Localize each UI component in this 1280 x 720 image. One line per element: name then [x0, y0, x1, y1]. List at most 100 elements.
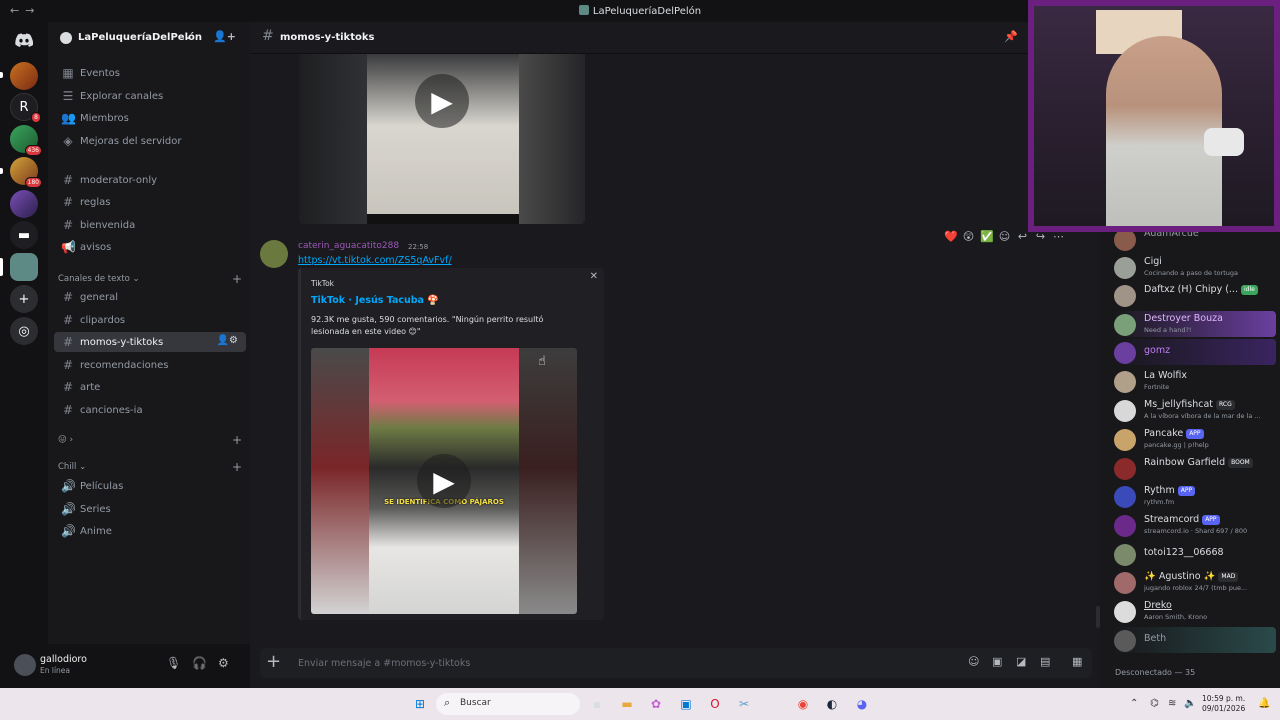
forward-icon[interactable]: ↪ [1034, 230, 1047, 248]
chrome-icon[interactable]: ◉ [794, 695, 812, 713]
avatar[interactable] [260, 240, 288, 268]
play-icon[interactable]: ▶ [415, 74, 469, 128]
gear-icon[interactable]: ⚙ [218, 656, 229, 670]
heart-reaction[interactable]: ❤️ [944, 230, 958, 248]
steam-icon[interactable]: ◐ [823, 695, 841, 713]
add-reaction-icon[interactable]: ☺ [998, 230, 1011, 248]
member-item[interactable]: Cigi Cocinando a paso de tortuga [1114, 254, 1276, 280]
copilot-icon[interactable]: ✿ [647, 695, 665, 713]
message-link[interactable]: https://vt.tiktok.com/ZS5qAvFvf/ [298, 255, 452, 266]
message-composer[interactable]: + Enviar mensaje a #momos-y-tiktoks ☺ ▣ … [260, 648, 1092, 678]
channel-momos-y-tiktoks[interactable]: # momos-y-tiktoks 👤⚙ [54, 332, 246, 352]
embed-video[interactable]: SE IDENTIFICA COMO PÁJAROS ▶ [311, 348, 577, 614]
wifi-icon[interactable]: ≋ [1168, 698, 1176, 709]
server-icon-3[interactable]: 436 [10, 125, 42, 156]
notification-icon[interactable]: 🔔 [1258, 698, 1270, 709]
member-item[interactable]: Daftxz (H) Chipy (... idle [1114, 282, 1276, 308]
add-channel-icon[interactable]: + [232, 433, 242, 447]
surprised-reaction[interactable]: 😲 [962, 230, 975, 248]
channel-settings-icon[interactable]: 👤⚙ [217, 335, 238, 346]
category-chill[interactable]: Chill ⌄ + [58, 460, 242, 474]
sticker-icon[interactable]: ◪ [1016, 655, 1026, 668]
store-icon[interactable]: ▣ [677, 695, 695, 713]
member-item[interactable]: Rainbow Garfield BOOM [1114, 455, 1276, 481]
reply-icon[interactable]: ↩ [1016, 230, 1029, 248]
windows-start-icon[interactable]: ⊞ [411, 695, 429, 713]
server-icon-4[interactable]: 180 [10, 157, 42, 188]
server-icon-6[interactable]: ▬ [10, 221, 38, 249]
volume-icon[interactable]: 🔈 [1184, 698, 1196, 709]
member-item[interactable]: Beth [1114, 627, 1276, 653]
channel-avisos[interactable]: 📢 avisos [54, 237, 246, 257]
channel-reglas[interactable]: # reglas [54, 192, 246, 212]
avatar [1114, 257, 1136, 279]
server-icon-5[interactable] [10, 190, 38, 218]
chevron-up-icon[interactable]: ⌃ [1130, 698, 1138, 709]
clock[interactable]: 10:59 p. m. 09/01/2026 [1202, 694, 1245, 714]
discord-taskbar-icon[interactable]: ◕ [853, 695, 871, 713]
member-item[interactable]: Ms_jellyfishcat RCG A la víbora víbora de … [1114, 397, 1276, 423]
file-explorer-icon[interactable]: ▬ [618, 695, 636, 713]
embed-title[interactable]: TikTok · Jesús Tacuba 🍄 [311, 295, 439, 306]
channel-canciones-ia[interactable]: # canciones-ia [54, 400, 246, 420]
snipping-icon[interactable]: ✂ [735, 695, 753, 713]
server-icon-active[interactable] [10, 253, 38, 281]
webcam-overlay [1028, 0, 1280, 232]
emoji-icon[interactable]: ▤ [1040, 655, 1050, 668]
sidebar-item-explorar[interactable]: ☰ Explorar canales [54, 86, 246, 106]
member-item[interactable]: Dreko Aaron Smith, Krono [1114, 598, 1276, 624]
member-item[interactable]: La Wolfix Fortnite [1114, 368, 1276, 394]
play-icon[interactable]: ▶ [417, 454, 471, 508]
member-item[interactable]: Rythm APP rythm.fm [1114, 483, 1276, 509]
channel-bienvenida[interactable]: # bienvenida [54, 215, 246, 235]
sidebar-item-miembros[interactable]: 👥 Miembros [54, 108, 246, 128]
network-icon[interactable]: ⌬ [1150, 698, 1159, 709]
server-header[interactable]: LaPeluqueríaDelPelón ⌄ 👤+ [48, 22, 250, 54]
apps-icon[interactable]: ▦ [1072, 655, 1082, 668]
member-item[interactable]: Pancake APP pancake.gg | p!help [1114, 426, 1276, 452]
server-icon-1[interactable] [10, 62, 38, 90]
close-icon[interactable]: ✕ [590, 271, 598, 282]
gift-icon[interactable]: ☺ [968, 655, 979, 668]
category-emoji[interactable]: 😛 › + [58, 433, 242, 447]
add-channel-icon[interactable]: + [232, 460, 242, 474]
invite-people-icon[interactable]: 👤+ [213, 30, 236, 43]
check-reaction[interactable]: ✅ [980, 230, 994, 248]
channel-anime[interactable]: 🔊 Anime [54, 521, 246, 541]
gif-icon[interactable]: ▣ [992, 655, 1002, 668]
channel-peliculas[interactable]: 🔊 Películas [54, 476, 246, 496]
avatar[interactable] [14, 654, 36, 676]
sidebar-item-mejoras[interactable]: ◈ Mejoras del servidor [54, 131, 246, 151]
channel-series[interactable]: 🔊 Series [54, 499, 246, 519]
task-view-icon[interactable]: ▪ [588, 695, 606, 713]
add-channel-icon[interactable]: + [232, 272, 242, 286]
channel-clipardos[interactable]: # clipardos [54, 310, 246, 330]
channel-recomendaciones[interactable]: # recomendaciones [54, 355, 246, 375]
hash-icon: # [262, 28, 274, 44]
more-icon[interactable]: ⋯ [1052, 230, 1065, 248]
message-author[interactable]: caterin_aguacatito288 [298, 241, 399, 251]
member-item[interactable]: totoi123__06668 [1114, 541, 1276, 567]
sidebar-item-eventos[interactable]: ▦ Eventos [54, 63, 246, 83]
microphone-icon[interactable]: 🎙 [166, 656, 181, 670]
category-canales-de-texto[interactable]: Canales de texto ⌄ + [58, 272, 242, 286]
avatar [1114, 429, 1136, 451]
opera-icon[interactable]: O [706, 695, 724, 713]
channel-general[interactable]: # general [54, 287, 246, 307]
channel-moderator-only[interactable]: # moderator-only [54, 170, 246, 190]
member-item[interactable]: gomz [1114, 339, 1276, 365]
member-item[interactable]: Destroyer Bouza Need a hand?! [1114, 311, 1276, 337]
headphones-icon[interactable]: 🎧 [192, 656, 207, 670]
video-embed-previous[interactable]: ▶ [299, 54, 585, 224]
pin-icon[interactable]: 📌 [1004, 30, 1018, 43]
channel-arte[interactable]: # arte [54, 377, 246, 397]
taskbar-search[interactable]: ⌕ Buscar [436, 693, 580, 715]
member-item[interactable]: Streamcord APP streamcord.io · Shard 697 /… [1114, 512, 1276, 538]
discord-home-icon[interactable] [10, 26, 38, 54]
message-input[interactable]: Enviar mensaje a #momos-y-tiktoks [298, 658, 470, 669]
server-icon-2[interactable]: R8 [10, 93, 41, 123]
member-item[interactable]: ✨ Agustino ✨ MAD jugando roblox 24/7 (tmb … [1114, 569, 1276, 595]
add-server-icon[interactable]: + [10, 285, 38, 313]
attach-plus-icon[interactable]: + [266, 651, 281, 672]
discover-icon[interactable]: ◎ [10, 317, 38, 345]
